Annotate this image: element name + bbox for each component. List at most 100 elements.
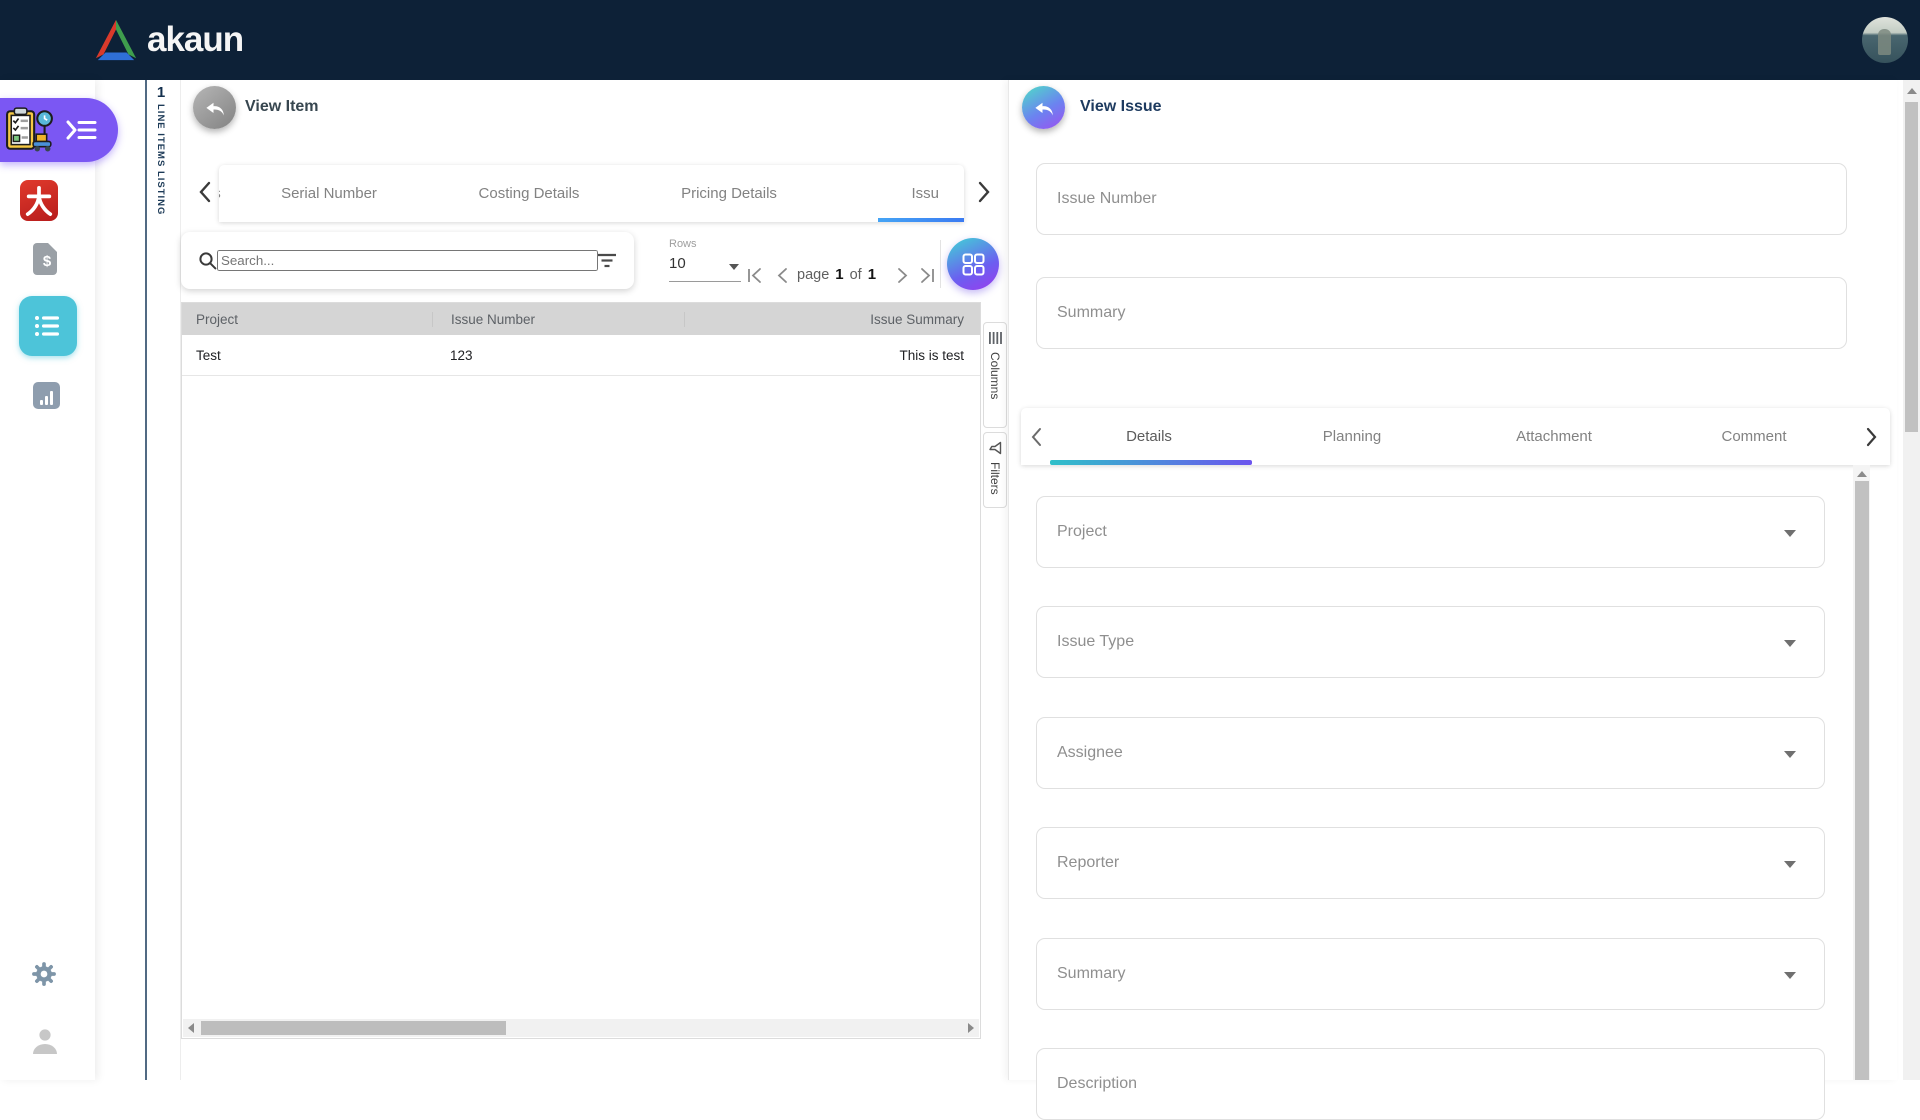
sidebar-item-line-items-active[interactable] bbox=[0, 98, 118, 162]
view-item-title: View Item bbox=[245, 98, 319, 115]
tab-issue-active[interactable]: Issu bbox=[829, 185, 939, 202]
search-icon bbox=[199, 252, 217, 270]
akaun-triangle-logo-icon bbox=[95, 19, 137, 61]
settings-button[interactable] bbox=[31, 961, 57, 987]
page-label: page bbox=[797, 267, 830, 283]
details-scrollbar-thumb[interactable] bbox=[1854, 481, 1869, 1080]
scroll-left-arrow[interactable] bbox=[188, 1023, 194, 1033]
page-current: 1 bbox=[835, 266, 844, 283]
issue-number-input[interactable] bbox=[1037, 190, 1846, 208]
list-icon bbox=[35, 316, 59, 336]
tab-details-active[interactable]: Details bbox=[1043, 428, 1255, 445]
reply-arrow-icon bbox=[1034, 102, 1053, 115]
reply-arrow-icon bbox=[205, 102, 224, 115]
search-bar bbox=[181, 232, 634, 289]
checklist-delivery-icon bbox=[6, 107, 53, 152]
project-dropdown[interactable]: Project bbox=[1036, 496, 1825, 568]
page-scrollbar[interactable] bbox=[1903, 80, 1920, 1080]
assignee-dropdown-label: Assignee bbox=[1057, 744, 1123, 761]
view-issue-back-button[interactable] bbox=[1022, 86, 1065, 129]
filter-lines-icon[interactable] bbox=[598, 253, 617, 268]
tab-pricing-details[interactable]: Pricing Details bbox=[629, 185, 829, 202]
rows-per-page-select[interactable]: 10 bbox=[669, 255, 741, 282]
sidebar-item-billing[interactable]: $ bbox=[33, 242, 61, 276]
first-page-button[interactable] bbox=[747, 267, 763, 284]
summary-dropdown[interactable]: Summary bbox=[1036, 938, 1825, 1010]
cjk-da-glyph-icon bbox=[25, 185, 53, 216]
summary-dropdown-label: Summary bbox=[1057, 965, 1126, 982]
reporter-dropdown-label: Reporter bbox=[1057, 854, 1120, 871]
gear-icon bbox=[32, 962, 56, 986]
tabs-scroll-right-icon[interactable] bbox=[1865, 426, 1879, 448]
line-items-listing-vertical-tab[interactable]: 1 LINE ITEMS LISTING bbox=[148, 82, 180, 342]
account-button[interactable] bbox=[30, 1025, 60, 1055]
tab-item-partial-left[interactable]: s bbox=[219, 185, 229, 202]
issue-type-dropdown[interactable]: Issue Type bbox=[1036, 606, 1825, 678]
cell-issue-number: 123 bbox=[450, 347, 473, 363]
user-avatar[interactable] bbox=[1862, 17, 1908, 63]
tab-planning[interactable]: Planning bbox=[1255, 428, 1449, 445]
table-row[interactable]: Test 123 This is test bbox=[182, 335, 980, 376]
sidebar-item-reports[interactable] bbox=[33, 382, 60, 409]
last-page-button[interactable] bbox=[919, 267, 935, 284]
drag-bars-icon bbox=[988, 332, 1002, 344]
funnel-icon bbox=[989, 441, 1002, 455]
caret-down-icon bbox=[1784, 640, 1796, 647]
scroll-up-arrow[interactable] bbox=[1906, 88, 1917, 94]
issue-number-field[interactable] bbox=[1036, 163, 1847, 235]
columns-tool-button[interactable]: Columns bbox=[983, 322, 1007, 428]
view-item-back-button[interactable] bbox=[193, 86, 236, 129]
rows-per-page-label: Rows bbox=[669, 238, 697, 250]
tab-comment[interactable]: Comment bbox=[1659, 428, 1849, 445]
description-field-label: Description bbox=[1057, 1075, 1138, 1092]
view-issue-title: View Issue bbox=[1080, 98, 1162, 115]
tab-attachment[interactable]: Attachment bbox=[1449, 428, 1659, 445]
tabs-scroll-right-icon[interactable] bbox=[977, 181, 991, 203]
previous-page-button[interactable] bbox=[776, 267, 788, 284]
cell-issue-summary: This is test bbox=[899, 347, 964, 363]
active-tab-underline bbox=[878, 218, 964, 222]
sidebar-item-red-app[interactable] bbox=[20, 180, 58, 221]
drawer-edge-divider bbox=[145, 80, 147, 1080]
view-item-tab-bar: s Serial Number Costing Details Pricing … bbox=[219, 165, 964, 222]
assignee-dropdown[interactable]: Assignee bbox=[1036, 717, 1825, 789]
page-indicator: page 1 of 1 bbox=[797, 266, 876, 283]
caret-down-icon bbox=[1784, 972, 1796, 979]
chart-bar bbox=[40, 400, 43, 405]
tabs-scroll-left-icon[interactable] bbox=[1029, 426, 1043, 448]
issue-summary-input[interactable] bbox=[1037, 304, 1846, 322]
chart-bar bbox=[45, 396, 48, 405]
view-item-panel: View Item s Serial Number Costing Detail… bbox=[180, 80, 1007, 1080]
grid-view-button[interactable] bbox=[947, 238, 999, 290]
columns-tool-label: Columns bbox=[988, 352, 1002, 400]
caret-down-icon bbox=[729, 264, 739, 270]
filters-tool-button[interactable]: Filters bbox=[983, 432, 1007, 508]
search-input[interactable] bbox=[217, 250, 598, 271]
filters-tool-label: Filters bbox=[988, 462, 1002, 495]
page-of-label: of bbox=[849, 267, 862, 283]
sidebar-item-listing-active[interactable] bbox=[19, 296, 77, 356]
tabs-scroll-left-icon[interactable] bbox=[198, 181, 212, 203]
page-scrollbar-thumb[interactable] bbox=[1905, 102, 1918, 432]
column-header-project[interactable]: Project bbox=[182, 312, 432, 327]
project-dropdown-label: Project bbox=[1057, 523, 1107, 540]
svg-text:$: $ bbox=[43, 253, 52, 270]
column-header-issue-summary[interactable]: Issue Summary bbox=[684, 311, 980, 327]
details-scrollbar[interactable] bbox=[1853, 465, 1870, 1080]
sim-dollar-icon: $ bbox=[33, 243, 57, 275]
horizontal-scrollbar-thumb[interactable] bbox=[201, 1021, 506, 1035]
column-header-issue-number[interactable]: Issue Number bbox=[432, 311, 684, 327]
indent-menu-icon bbox=[66, 120, 97, 140]
scroll-right-arrow[interactable] bbox=[968, 1023, 974, 1033]
horizontal-scrollbar[interactable] bbox=[183, 1019, 979, 1037]
next-page-button[interactable] bbox=[897, 267, 909, 284]
tab-costing-details[interactable]: Costing Details bbox=[429, 185, 629, 202]
reporter-dropdown[interactable]: Reporter bbox=[1036, 827, 1825, 899]
description-field[interactable]: Description bbox=[1036, 1048, 1825, 1120]
tab-serial-number[interactable]: Serial Number bbox=[229, 185, 429, 202]
scroll-up-arrow[interactable] bbox=[1856, 471, 1867, 477]
issue-summary-field[interactable] bbox=[1036, 277, 1847, 349]
brand-logo: akaun bbox=[93, 16, 244, 64]
grid-2x2-icon bbox=[962, 253, 984, 275]
line-items-tab-label: LINE ITEMS LISTING bbox=[155, 104, 166, 216]
